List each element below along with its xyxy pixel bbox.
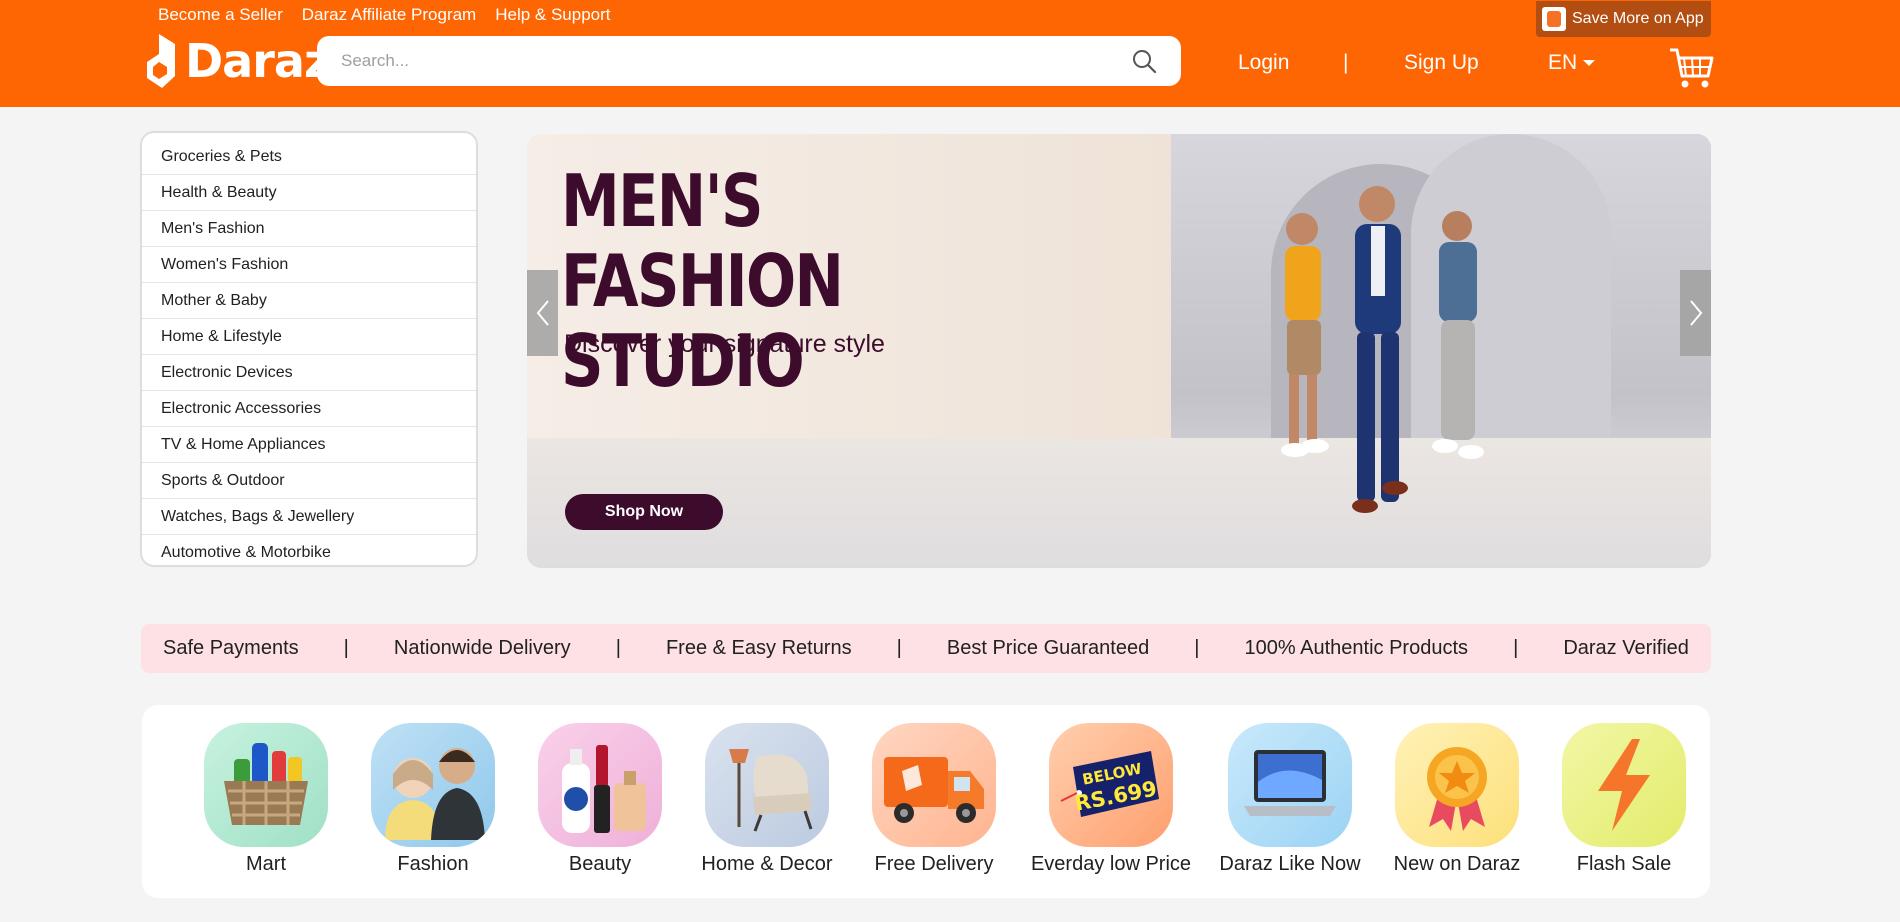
banner-next-button[interactable] [1680, 270, 1711, 356]
cart-icon[interactable] [1668, 46, 1714, 90]
truck-icon [872, 723, 996, 847]
language-label: EN [1548, 51, 1578, 74]
sidebar-item-electronic-accessories[interactable]: Electronic Accessories [142, 391, 476, 427]
sidebar-item-groceries-pets[interactable]: Groceries & Pets [142, 139, 476, 175]
channel-beauty[interactable]: Beauty [510, 723, 690, 876]
channel-mart[interactable]: Mart [176, 723, 356, 876]
medal-icon [1395, 723, 1519, 847]
sidebar-item-tv-home-appliances[interactable]: TV & Home Appliances [142, 427, 476, 463]
language-selector[interactable]: EN [1548, 51, 1596, 75]
sidebar-item-mother-baby[interactable]: Mother & Baby [142, 283, 476, 319]
feature-daraz-verified: Daraz Verified [1563, 637, 1689, 659]
banner-prev-button[interactable] [527, 270, 558, 356]
signup-link[interactable]: Sign Up [1404, 51, 1479, 75]
chevron-right-icon [1689, 300, 1702, 326]
sidebar-item-automotive-motorbike[interactable]: Automotive & Motorbike [142, 535, 476, 565]
search-icon[interactable] [1131, 48, 1157, 74]
hero-banner[interactable]: MEN'S FASHION STUDIO Discover your signa… [527, 134, 1711, 568]
affiliate-program-link[interactable]: Daraz Affiliate Program [302, 5, 476, 25]
channel-icons-section: Mart Fashion Beauty Home & Decor Free De… [142, 705, 1710, 898]
banner-title-line1: MEN'S FASHION [561, 159, 844, 323]
feature-separator: | [615, 637, 621, 659]
channel-label: Everday low Price [1030, 853, 1192, 875]
sidebar-item-mens-fashion[interactable]: Men's Fashion [142, 211, 476, 247]
sidebar-item-health-beauty[interactable]: Health & Beauty [142, 175, 476, 211]
basket-icon [204, 723, 328, 847]
category-sidebar: Groceries & Pets Health & Beauty Men's F… [140, 131, 478, 567]
feature-best-price: Best Price Guaranteed [946, 637, 1150, 659]
trust-features-bar: Safe Payments | Nationwide Delivery | Fr… [141, 624, 1711, 673]
channel-label: Home & Decor [701, 853, 833, 875]
app-icon [1542, 7, 1566, 31]
banner-title: MEN'S FASHION STUDIO [561, 161, 1020, 401]
feature-separator: | [1513, 637, 1519, 659]
models-illustration [1281, 186, 1484, 513]
channel-label: New on Daraz [1393, 853, 1521, 875]
chevron-down-icon [1583, 60, 1596, 66]
channel-label: Beauty [568, 853, 632, 875]
feature-separator: | [1194, 637, 1200, 659]
feature-safe-payments: Safe Payments [163, 637, 299, 659]
channel-label: Free Delivery [874, 853, 994, 875]
price-tag-icon: BELOW RS.699 [1049, 723, 1173, 847]
sidebar-item-home-lifestyle[interactable]: Home & Lifestyle [142, 319, 476, 355]
search-input[interactable] [341, 51, 1131, 71]
channel-flash-sale[interactable]: Flash Sale [1534, 723, 1714, 876]
fashion-icon [371, 723, 495, 847]
sidebar-item-electronic-devices[interactable]: Electronic Devices [142, 355, 476, 391]
channel-new-on-daraz[interactable]: New on Daraz [1367, 723, 1547, 876]
logo-mark-icon [147, 34, 175, 88]
sidebar-item-watches-bags-jewellery[interactable]: Watches, Bags & Jewellery [142, 499, 476, 535]
sidebar-item-sports-outdoor[interactable]: Sports & Outdoor [142, 463, 476, 499]
feature-authentic-products: 100% Authentic Products [1244, 637, 1469, 659]
channel-label: Flash Sale [1576, 853, 1672, 875]
become-seller-link[interactable]: Become a Seller [158, 5, 283, 25]
channel-home-decor[interactable]: Home & Decor [677, 723, 857, 876]
channel-label: Daraz Like Now [1219, 853, 1361, 875]
laptop-icon [1228, 723, 1352, 847]
chevron-left-icon [536, 300, 549, 326]
sidebar-item-womens-fashion[interactable]: Women's Fashion [142, 247, 476, 283]
channel-everyday-low-price[interactable]: BELOW RS.699 Everday low Price [1011, 723, 1211, 876]
channel-free-delivery[interactable]: Free Delivery [844, 723, 1024, 876]
lightning-icon [1562, 723, 1686, 847]
login-link[interactable]: Login [1238, 51, 1289, 75]
logo-text: Daraz [185, 34, 331, 88]
channel-daraz-like-now[interactable]: Daraz Like Now [1190, 723, 1390, 876]
site-header: Become a Seller Daraz Affiliate Program … [0, 0, 1900, 107]
shop-now-button[interactable]: Shop Now [565, 494, 723, 530]
nav-separator: | [1343, 51, 1349, 74]
app-button-label: Save More on App [1572, 10, 1704, 27]
banner-subtitle: Discover your signature style [564, 330, 885, 358]
channel-label: Mart [246, 853, 286, 875]
feature-nationwide-delivery: Nationwide Delivery [393, 637, 571, 659]
search-bar[interactable] [317, 36, 1181, 86]
help-support-link[interactable]: Help & Support [495, 5, 610, 25]
save-more-on-app-button[interactable]: Save More on App [1536, 1, 1711, 37]
top-links: Become a Seller Daraz Affiliate Program … [158, 5, 611, 25]
daraz-logo[interactable]: Daraz [145, 32, 331, 90]
channel-label: Fashion [397, 853, 469, 875]
chair-icon [705, 723, 829, 847]
feature-separator: | [343, 637, 349, 659]
beauty-icon [538, 723, 662, 847]
channel-fashion[interactable]: Fashion [343, 723, 523, 876]
feature-free-easy-returns: Free & Easy Returns [665, 637, 852, 659]
feature-separator: | [896, 637, 902, 659]
